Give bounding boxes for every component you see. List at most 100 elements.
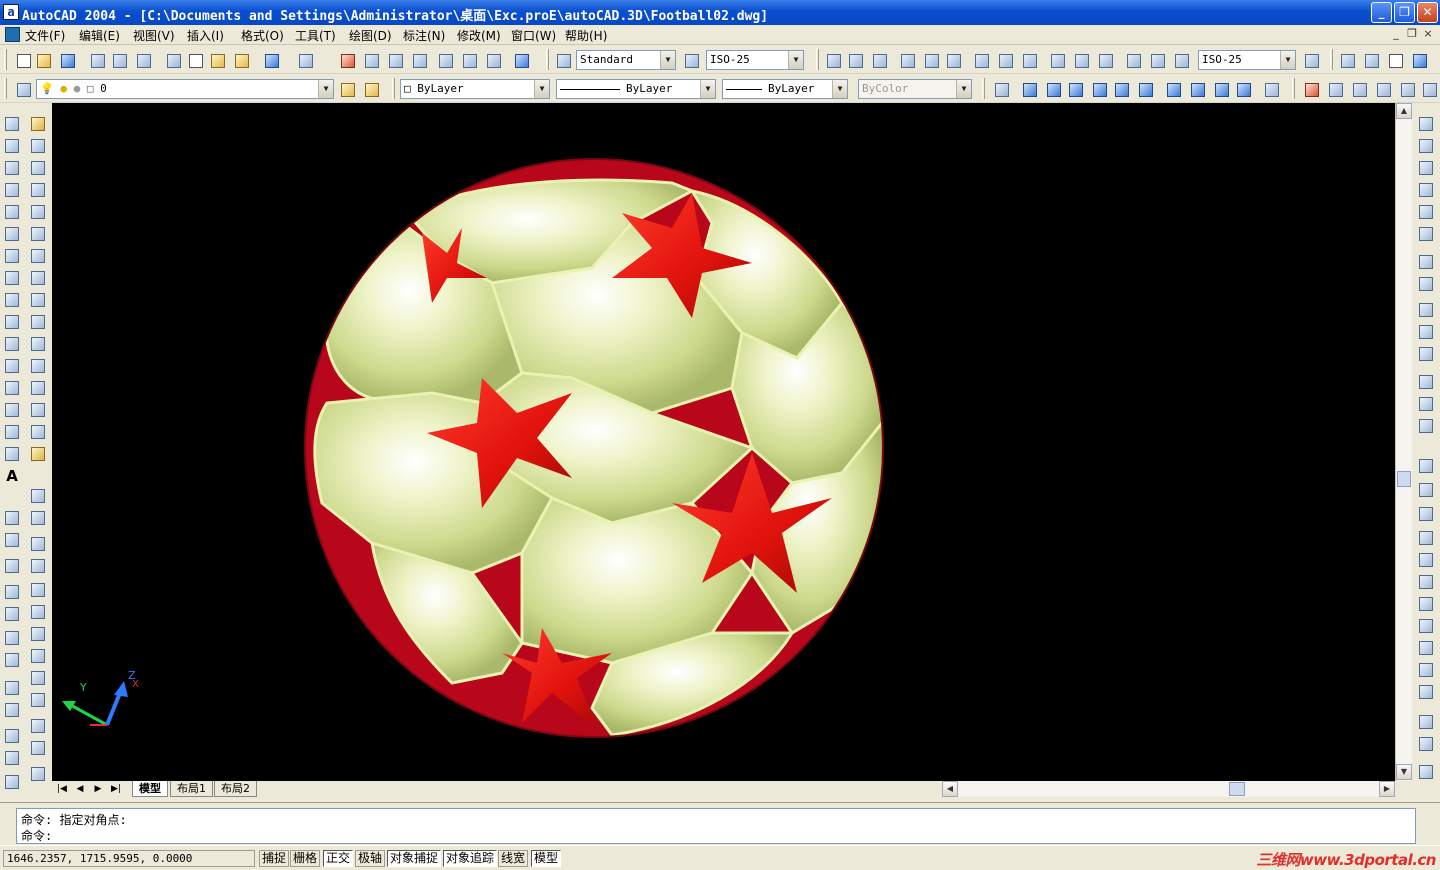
tolerance-icon[interactable] (1072, 51, 1090, 69)
solid-box-icon[interactable] (29, 487, 47, 505)
chevron-down-icon[interactable]: ▼ (1280, 51, 1295, 69)
snap-toggle[interactable]: 捕捉 (259, 850, 290, 867)
chevron-down-icon[interactable]: ▼ (534, 80, 549, 98)
ucs-named-icon[interactable] (3, 749, 21, 767)
scroll-down-icon[interactable]: ▼ (1396, 764, 1412, 780)
menu-insert[interactable]: 插入(I) (187, 27, 224, 44)
autocad-app-icon[interactable]: a (3, 4, 19, 20)
section-icon[interactable] (1417, 323, 1435, 341)
lightbulb-icon[interactable]: 💡 (40, 82, 54, 95)
toolbar-grip[interactable] (1330, 49, 1333, 70)
interference-icon[interactable] (1417, 345, 1435, 363)
first-tab-icon[interactable]: |◀ (54, 782, 70, 796)
ucs-origin-icon[interactable] (3, 531, 21, 549)
redo-icon[interactable] (296, 51, 314, 69)
chevron-down-icon[interactable]: ▼ (700, 80, 715, 98)
zoom-realtime-icon[interactable] (362, 51, 380, 69)
ucs-object-icon[interactable] (3, 583, 21, 601)
menu-dimension[interactable]: 标注(N) (403, 27, 445, 44)
cone-solid-icon[interactable] (1417, 181, 1435, 199)
spline-icon[interactable] (3, 291, 21, 309)
text-style-icon[interactable] (554, 51, 572, 69)
plot-preview-icon[interactable] (110, 51, 128, 69)
dim-edit-icon[interactable] (1124, 51, 1142, 69)
ordinate-dim-icon[interactable] (870, 51, 888, 69)
right-view-icon[interactable] (1090, 80, 1108, 98)
vertical-scrollbar[interactable]: ▲ ▼ (1395, 103, 1412, 781)
nw-iso-view-icon[interactable] (1234, 80, 1252, 98)
properties-icon[interactable] (436, 51, 454, 69)
toolbar-grip[interactable] (392, 78, 395, 99)
ucs-3point-icon[interactable] (3, 557, 21, 575)
command-prompt[interactable]: 命令: (21, 827, 52, 844)
coordinate-readout[interactable]: 1646.2357, 1715.9595, 0.0000 (3, 850, 255, 867)
break-icon[interactable] (29, 379, 47, 397)
multiline-text-icon[interactable]: A (3, 467, 21, 485)
sun-icon[interactable]: ● (60, 82, 67, 95)
explode-icon[interactable] (29, 445, 47, 463)
solid-3d-box-icon[interactable] (29, 535, 47, 553)
flat-shaded-icon[interactable] (1410, 51, 1428, 69)
lineweight-toggle[interactable]: 线宽 (498, 850, 529, 867)
tab-model[interactable]: 模型 (132, 781, 168, 797)
scale-icon[interactable] (29, 269, 47, 287)
move-faces-icon[interactable] (1417, 551, 1435, 569)
color-edges-icon[interactable] (1417, 735, 1435, 753)
edge-icon[interactable] (29, 717, 47, 735)
scroll-right-icon[interactable]: ▶ (1379, 781, 1395, 797)
plot-icon[interactable] (88, 51, 106, 69)
scroll-left-icon[interactable]: ◀ (942, 781, 958, 797)
chevron-down-icon[interactable]: ▼ (318, 80, 333, 98)
top-view-icon[interactable] (1020, 80, 1038, 98)
3d-continuous-orbit-icon[interactable] (1374, 80, 1392, 98)
angular-dim-icon[interactable] (944, 51, 962, 69)
design-center-icon[interactable] (460, 51, 478, 69)
stretch-icon[interactable] (29, 291, 47, 309)
setup-drawing-icon[interactable] (1417, 373, 1435, 391)
grid-toggle[interactable]: 栅格 (290, 850, 321, 867)
offset-faces-icon[interactable] (1417, 573, 1435, 591)
array-icon[interactable] (29, 203, 47, 221)
menu-tools[interactable]: 工具(T) (295, 27, 336, 44)
offset-icon[interactable] (29, 181, 47, 199)
sphere-solid-icon[interactable] (1417, 137, 1435, 155)
dim-text-edit-icon[interactable] (1148, 51, 1166, 69)
extrude-faces-icon[interactable] (1417, 529, 1435, 547)
imprint-icon[interactable] (1417, 763, 1435, 781)
lineweight-select[interactable]: ByLayer ▼ (722, 79, 848, 99)
osnap-toggle[interactable]: 对象捕捉 (387, 850, 442, 867)
bottom-view-icon[interactable] (1044, 80, 1062, 98)
otrack-toggle[interactable]: 对象追踪 (443, 850, 498, 867)
tab-layout1[interactable]: 布局1 (170, 781, 213, 797)
3d-orbit-icon[interactable] (1350, 80, 1368, 98)
command-history[interactable]: 命令: 指定对角点: 命令: (16, 808, 1416, 844)
ucs-z-icon[interactable] (3, 701, 21, 719)
vertical-scroll-thumb[interactable] (1397, 471, 1411, 487)
copy-edges-icon[interactable] (1417, 713, 1435, 731)
intersect-icon[interactable] (1417, 505, 1435, 523)
baseline-dim-icon[interactable] (996, 51, 1014, 69)
polar-toggle[interactable]: 极轴 (355, 850, 386, 867)
setup-view-icon[interactable] (1417, 395, 1435, 413)
delete-faces-icon[interactable] (1417, 595, 1435, 613)
wedge-icon[interactable] (29, 557, 47, 575)
zoom-previous-icon[interactable] (410, 51, 428, 69)
toolbar-grip[interactable] (546, 49, 549, 70)
erase-icon[interactable] (29, 115, 47, 133)
line-icon[interactable] (3, 115, 21, 133)
lock-icon[interactable]: ● (74, 82, 81, 95)
construction-line-icon[interactable] (3, 137, 21, 155)
taper-faces-icon[interactable] (1417, 639, 1435, 657)
circle-icon[interactable] (3, 247, 21, 265)
close-button[interactable]: ✕ (1417, 2, 1438, 23)
move-icon[interactable] (29, 225, 47, 243)
polyline-icon[interactable] (3, 159, 21, 177)
menu-edit[interactable]: 编辑(E) (79, 27, 120, 44)
menu-format[interactable]: 格式(O) (241, 27, 284, 44)
ucs-previous-icon[interactable] (3, 773, 21, 791)
tool-palettes-icon[interactable] (484, 51, 502, 69)
chevron-down-icon[interactable]: ▼ (832, 80, 847, 98)
ellipse-icon[interactable] (3, 313, 21, 331)
named-views-icon[interactable] (992, 80, 1010, 98)
subtract-icon[interactable] (1417, 481, 1435, 499)
